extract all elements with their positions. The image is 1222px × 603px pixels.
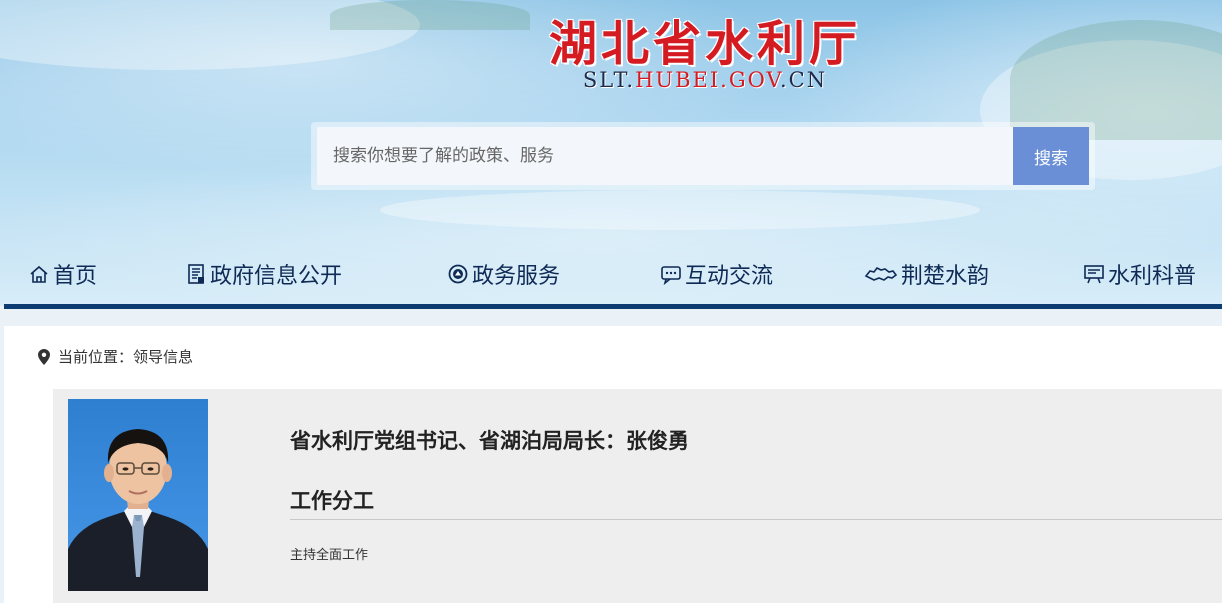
domain-suffix: .CN xyxy=(779,68,828,92)
header-banner: 湖北省水利厅 SLT.HUBEI.GOV.CN 搜索 首页 政府信息公开 政务服… xyxy=(0,0,1222,306)
search-bar: 搜索 xyxy=(311,122,1095,190)
display-board-icon xyxy=(1083,263,1105,285)
nav-label: 水利科普 xyxy=(1108,264,1197,289)
domain-middle: HUBEI.GOV xyxy=(635,68,780,92)
search-button[interactable]: 搜索 xyxy=(1013,127,1089,185)
nav-item-interaction[interactable]: 互动交流 xyxy=(660,254,773,294)
nav-label: 政府信息公开 xyxy=(210,264,343,289)
breadcrumb-label: 当前位置： xyxy=(58,348,134,366)
domain-prefix: SLT. xyxy=(582,68,636,92)
nav-label: 荆楚水韵 xyxy=(901,264,990,289)
leader-name-title: 省水利厅党组书记、省湖泊局局长：张俊勇 xyxy=(290,429,689,453)
main-content: 当前位置： 领导信息 省水利厅党组书记、省湖泊局局长：张俊勇 工作分工 主持全面… xyxy=(4,326,1222,603)
home-icon xyxy=(28,263,50,285)
section-divider xyxy=(290,519,1222,520)
search-input[interactable] xyxy=(317,127,1013,185)
nav-label: 互动交流 xyxy=(685,264,774,289)
leader-card: 省水利厅党组书记、省湖泊局局长：张俊勇 工作分工 主持全面工作 xyxy=(53,389,1222,603)
nav-item-gov-info[interactable]: 政府信息公开 xyxy=(185,254,342,294)
location-pin-icon xyxy=(38,348,50,365)
nav-label: 政务服务 xyxy=(472,264,561,289)
duty-section-title: 工作分工 xyxy=(290,489,374,513)
nav-item-science[interactable]: 水利科普 xyxy=(1083,254,1196,294)
site-domain: SLT.HUBEI.GOV.CN xyxy=(555,68,855,92)
service-badge-icon xyxy=(447,263,469,285)
breadcrumb-current[interactable]: 领导信息 xyxy=(133,346,193,367)
breadcrumb: 当前位置： 领导信息 xyxy=(38,346,193,367)
document-icon xyxy=(185,263,207,285)
nav-label: 首页 xyxy=(53,264,98,289)
chat-bubble-icon xyxy=(660,263,682,285)
province-map-icon xyxy=(864,263,898,285)
duty-text: 主持全面工作 xyxy=(290,548,369,563)
site-title[interactable]: 湖北省水利厅 xyxy=(530,4,880,74)
nav-item-home[interactable]: 首页 xyxy=(28,254,97,294)
banner-hill xyxy=(330,0,530,30)
main-nav: 首页 政府信息公开 政务服务 互动交流 荆楚水韵 水利科普 xyxy=(0,248,1222,300)
nav-divider xyxy=(4,304,1222,309)
leader-photo xyxy=(68,399,208,591)
nav-item-jingchu-water[interactable]: 荆楚水韵 xyxy=(864,254,989,294)
nav-item-services[interactable]: 政务服务 xyxy=(447,254,560,294)
banner-cloud xyxy=(380,190,980,230)
